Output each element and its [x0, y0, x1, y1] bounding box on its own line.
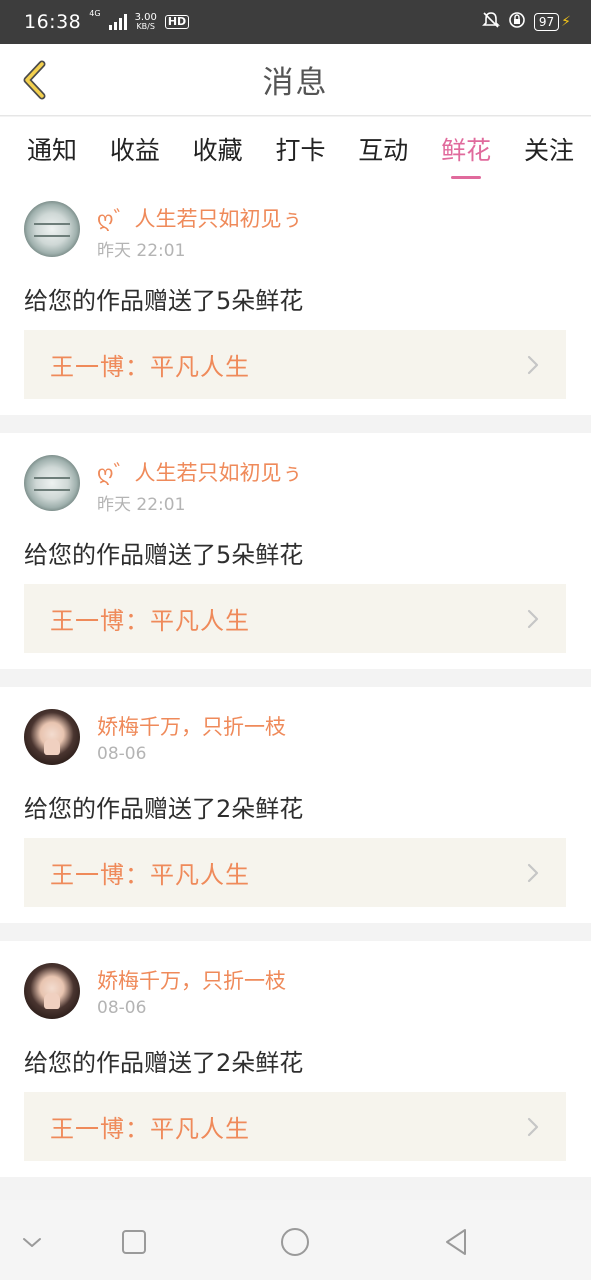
- avatar[interactable]: [24, 455, 80, 511]
- status-bar: 16:38 4G 3.00 KB/S HD 97 ⚡: [0, 0, 591, 44]
- battery-level: 97: [533, 13, 560, 31]
- work-title: 王一博：平凡人生: [50, 353, 250, 381]
- tab-flowers[interactable]: 鲜花: [436, 127, 496, 179]
- list-item: 娇梅千万，只折一枝 08-06 给您的作品赠送了2朵鲜花 王一博：平凡人生: [0, 941, 591, 1177]
- tab-checkin[interactable]: 打卡: [270, 127, 330, 171]
- alarm-icon: [508, 11, 526, 33]
- timestamp: 08-06: [97, 998, 147, 1018]
- status-time: 16:38: [24, 11, 82, 33]
- status-right: 97 ⚡: [481, 11, 571, 33]
- status-left: 16:38 4G 3.00 KB/S HD: [24, 9, 190, 33]
- mute-icon: [481, 11, 500, 33]
- list-item: ღ゛人生若只如初见ぅ 昨天 22:01 给您的作品赠送了5朵鲜花 王一博：平凡人…: [0, 179, 591, 415]
- hd-icon: HD: [164, 15, 190, 29]
- recents-icon: [122, 1230, 146, 1254]
- recents-button[interactable]: [114, 1222, 154, 1262]
- avatar[interactable]: [24, 709, 80, 765]
- username[interactable]: ღ゛人生若只如初见ぅ: [97, 457, 303, 487]
- home-icon: [281, 1228, 309, 1256]
- chevron-right-icon: [526, 354, 540, 376]
- avatar[interactable]: [24, 963, 80, 1019]
- net-speed-unit: KB/S: [136, 22, 155, 31]
- collapse-icon: [23, 1238, 41, 1247]
- username[interactable]: ღ゛人生若只如初见ぅ: [97, 203, 303, 233]
- message-text: 给您的作品赠送了5朵鲜花: [24, 287, 304, 315]
- tab-favorites[interactable]: 收藏: [188, 127, 248, 171]
- message-text: 给您的作品赠送了2朵鲜花: [24, 1049, 304, 1077]
- chevron-right-icon: [526, 1116, 540, 1138]
- tab-bar: 通知 收益 收藏 打卡 互动 鲜花 关注: [0, 117, 591, 179]
- chevron-left-icon: [23, 60, 46, 100]
- work-link[interactable]: 王一博：平凡人生: [24, 330, 566, 399]
- tab-interactions[interactable]: 互动: [353, 127, 413, 171]
- avatar[interactable]: [24, 201, 80, 257]
- net-speed-value: 3.00: [134, 12, 157, 23]
- back-button[interactable]: [14, 58, 54, 102]
- username[interactable]: 娇梅千万，只折一枝: [97, 965, 286, 995]
- work-link[interactable]: 王一博：平凡人生: [24, 1092, 566, 1161]
- work-title: 王一博：平凡人生: [50, 1115, 250, 1143]
- tab-notifications[interactable]: 通知: [22, 127, 82, 171]
- work-title: 王一博：平凡人生: [50, 861, 250, 889]
- message-text: 给您的作品赠送了2朵鲜花: [24, 795, 304, 823]
- timestamp: 08-06: [97, 744, 147, 764]
- charging-icon: ⚡: [561, 14, 571, 30]
- back-icon: [446, 1229, 466, 1255]
- back-nav-button[interactable]: [436, 1222, 476, 1262]
- nav-header: 消息: [0, 44, 591, 116]
- page-title: 消息: [262, 65, 329, 101]
- timestamp: 昨天 22:01: [97, 241, 186, 261]
- signal-icon: [108, 14, 127, 30]
- network-type: 4G: [89, 9, 101, 18]
- timestamp: 昨天 22:01: [97, 495, 186, 515]
- chevron-right-icon: [526, 862, 540, 884]
- work-link[interactable]: 王一博：平凡人生: [24, 838, 566, 907]
- chevron-right-icon: [526, 608, 540, 630]
- username[interactable]: 娇梅千万，只折一枝: [97, 711, 286, 741]
- work-link[interactable]: 王一博：平凡人生: [24, 584, 566, 653]
- work-title: 王一博：平凡人生: [50, 607, 250, 635]
- collapse-button[interactable]: [12, 1222, 52, 1262]
- list-item: ღ゛人生若只如初见ぅ 昨天 22:01 给您的作品赠送了5朵鲜花 王一博：平凡人…: [0, 433, 591, 669]
- message-text: 给您的作品赠送了5朵鲜花: [24, 541, 304, 569]
- tab-earnings[interactable]: 收益: [105, 127, 165, 171]
- battery-icon: 97 ⚡: [533, 13, 571, 31]
- home-button[interactable]: [275, 1222, 315, 1262]
- tab-follow[interactable]: 关注: [519, 127, 579, 171]
- system-nav-bar: [0, 1200, 591, 1280]
- net-speed: 3.00 KB/S: [134, 12, 157, 32]
- list-item: 娇梅千万，只折一枝 08-06 给您的作品赠送了2朵鲜花 王一博：平凡人生: [0, 687, 591, 923]
